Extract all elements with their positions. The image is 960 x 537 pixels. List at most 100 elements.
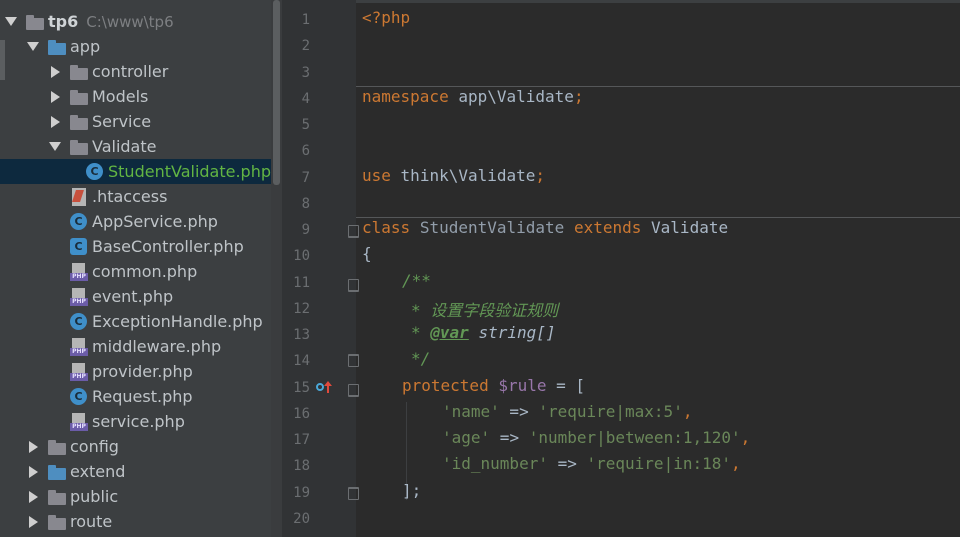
tree-item-exceptionhandle[interactable]: C ExceptionHandle.php bbox=[0, 309, 271, 334]
chevron-right-icon[interactable] bbox=[50, 59, 60, 84]
folder-icon bbox=[26, 13, 44, 31]
editor-tab-strip bbox=[282, 0, 960, 3]
tree-item-label: Validate bbox=[92, 137, 157, 156]
folder-icon bbox=[70, 63, 88, 81]
tree-item-label: middleware.php bbox=[92, 337, 222, 356]
folder-icon bbox=[70, 113, 88, 131]
tree-item-validate[interactable]: Validate bbox=[0, 134, 271, 159]
tree-item-servicephp[interactable]: PHP service.php bbox=[0, 409, 271, 434]
tree-item-label: provider.php bbox=[92, 362, 193, 381]
code-line-10: { bbox=[362, 244, 372, 263]
tree-item-route[interactable]: route bbox=[0, 509, 271, 534]
tree-item-label: ExceptionHandle.php bbox=[92, 312, 263, 331]
code-line-19: ]; bbox=[402, 481, 422, 500]
line-number: 3 bbox=[301, 64, 310, 81]
folder-icon bbox=[70, 88, 88, 106]
chevron-right-icon[interactable] bbox=[50, 84, 60, 109]
line-number: 9 bbox=[301, 222, 310, 238]
tree-item-service[interactable]: Service bbox=[0, 109, 271, 134]
tree-item-label: service.php bbox=[92, 412, 185, 431]
chevron-right-icon[interactable] bbox=[28, 509, 38, 534]
tree-item-label: Models bbox=[92, 87, 149, 106]
code-line-17: 'age' => 'number|between:1,120', bbox=[442, 428, 751, 447]
fold-marker-icon[interactable] bbox=[348, 384, 359, 397]
php-file-icon: PHP bbox=[70, 287, 88, 306]
line-number: 2 bbox=[301, 38, 310, 55]
tree-item-extend[interactable]: extend bbox=[0, 459, 271, 484]
code-line-4: namespace app\Validate; bbox=[362, 87, 584, 106]
code-line-16: 'name' => 'require|max:5', bbox=[442, 402, 693, 421]
chevron-down-icon[interactable] bbox=[27, 34, 39, 59]
code-line-9: class StudentValidate extends Validate bbox=[362, 218, 729, 237]
php-file-icon: PHP bbox=[70, 412, 88, 431]
folder-icon bbox=[48, 438, 66, 456]
tool-window-stripe[interactable] bbox=[0, 40, 5, 80]
php-class-icon: C bbox=[70, 387, 88, 406]
overrides-method-icon[interactable] bbox=[316, 381, 334, 395]
tree-item-app[interactable]: app bbox=[0, 34, 271, 59]
fold-marker-icon[interactable] bbox=[348, 279, 359, 292]
tree-item-provider[interactable]: PHP provider.php bbox=[0, 359, 271, 384]
php-class-icon: C bbox=[86, 162, 104, 181]
chevron-right-icon[interactable] bbox=[50, 109, 60, 134]
tree-item-label: StudentValidate.php bbox=[108, 162, 271, 181]
line-number: 18 bbox=[293, 458, 310, 475]
tree-item-public[interactable]: public bbox=[0, 484, 271, 509]
line-number: 19 bbox=[293, 484, 310, 501]
code-line-7: use think\Validate; bbox=[362, 166, 546, 185]
tree-item-event[interactable]: PHP event.php bbox=[0, 284, 271, 309]
tree-item-label: tp6 bbox=[48, 12, 79, 31]
tree-item-basecontroller[interactable]: C BaseController.php bbox=[0, 234, 271, 259]
tree-item-htaccess[interactable]: .htaccess bbox=[0, 184, 271, 209]
fold-marker-icon[interactable] bbox=[348, 225, 359, 238]
fold-marker-icon[interactable] bbox=[348, 487, 359, 500]
line-number: 7 bbox=[301, 169, 310, 186]
folder-icon bbox=[48, 513, 66, 531]
tree-item-label: common.php bbox=[92, 262, 198, 281]
tree-item-appservice[interactable]: C AppService.php bbox=[0, 209, 271, 234]
code-line-1: <?php bbox=[362, 8, 411, 27]
chevron-right-icon[interactable] bbox=[28, 484, 38, 509]
tree-item-label: public bbox=[70, 487, 119, 506]
blue-folder-icon bbox=[48, 463, 66, 481]
code-line-18: 'id_number' => 'require|in:18', bbox=[442, 454, 741, 473]
scrollbar-thumb[interactable] bbox=[273, 0, 280, 185]
fold-marker-icon[interactable] bbox=[348, 354, 359, 367]
chevron-down-icon[interactable] bbox=[49, 134, 61, 159]
php-abstract-class-icon: C bbox=[70, 237, 88, 256]
chevron-right-icon[interactable] bbox=[28, 434, 38, 459]
line-number: 10 bbox=[293, 248, 310, 265]
tree-item-label: extend bbox=[70, 462, 126, 481]
tree-item-tp6[interactable]: tp6 C:\www\tp6 bbox=[0, 9, 271, 34]
code-line-12: * 设置字段验证规则 bbox=[411, 301, 559, 320]
line-number: 8 bbox=[301, 195, 310, 212]
php-class-icon: C bbox=[70, 212, 88, 231]
code-line-11: /** bbox=[402, 271, 431, 290]
chevron-down-icon[interactable] bbox=[5, 9, 17, 34]
tree-item-label: .htaccess bbox=[92, 187, 168, 206]
tree-item-controller[interactable]: controller bbox=[0, 59, 271, 84]
tree-item-studentvalidate[interactable]: C StudentValidate.php bbox=[0, 159, 271, 184]
tree-item-label: route bbox=[70, 512, 113, 531]
tree-item-label: controller bbox=[92, 62, 169, 81]
php-file-icon: PHP bbox=[70, 262, 88, 281]
tree-item-label: app bbox=[70, 37, 101, 56]
tree-item-middleware[interactable]: PHP middleware.php bbox=[0, 334, 271, 359]
line-number: 13 bbox=[293, 327, 310, 343]
chevron-right-icon[interactable] bbox=[28, 459, 38, 484]
tree-item-label: event.php bbox=[92, 287, 174, 306]
folder-icon bbox=[48, 488, 66, 506]
php-file-icon: PHP bbox=[70, 337, 88, 356]
line-number: 11 bbox=[293, 274, 310, 291]
project-tree-scrollbar[interactable] bbox=[271, 0, 282, 537]
tree-item-config[interactable]: config bbox=[0, 434, 271, 459]
project-tree-panel: tp6 C:\www\tp6 app controller Models Service V… bbox=[0, 0, 271, 537]
tree-item-request[interactable]: C Request.php bbox=[0, 384, 271, 409]
tree-item-label: AppService.php bbox=[92, 212, 218, 231]
tree-item-label: Service bbox=[92, 112, 152, 131]
tree-item-models[interactable]: Models bbox=[0, 84, 271, 109]
php-class-icon: C bbox=[70, 312, 88, 331]
line-number: 16 bbox=[293, 405, 310, 422]
blue-folder-icon bbox=[48, 38, 66, 56]
tree-item-common[interactable]: PHP common.php bbox=[0, 259, 271, 284]
